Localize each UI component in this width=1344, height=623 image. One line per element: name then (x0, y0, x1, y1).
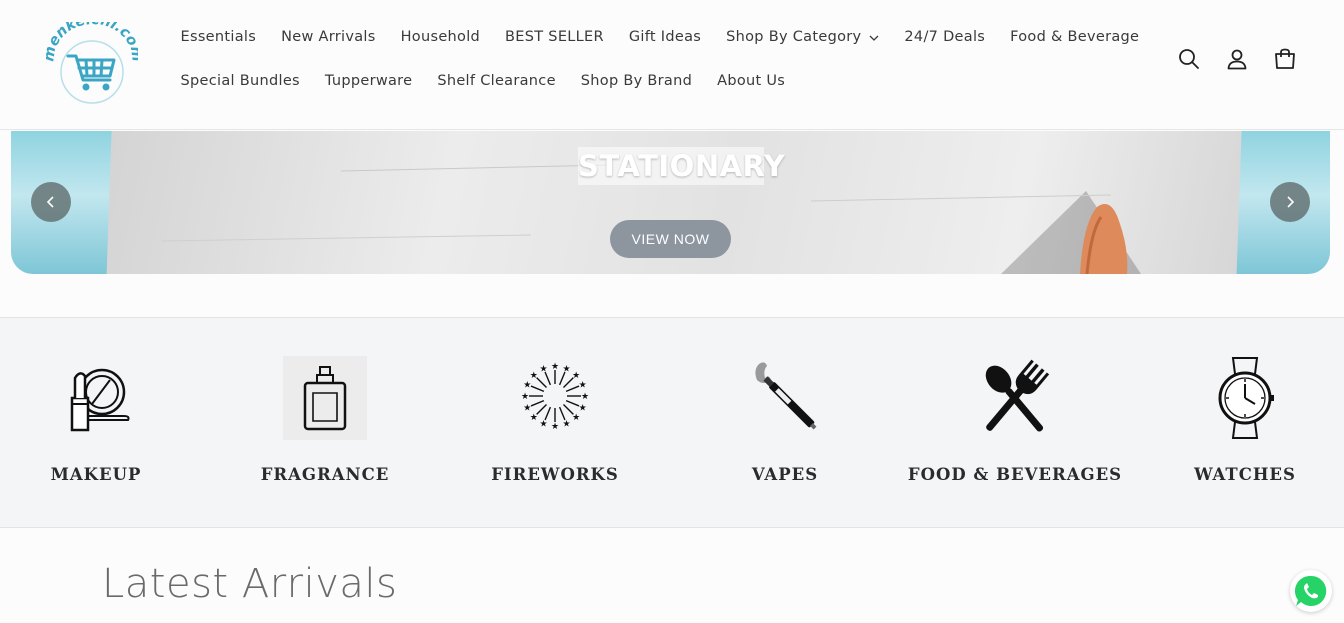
category-food-beverages[interactable]: FOOD & BEVERAGES (907, 318, 1123, 529)
category-makeup[interactable]: MAKEUP (46, 318, 146, 529)
nav-label: Household (400, 29, 481, 45)
nav-label: Gift Ideas (628, 29, 702, 45)
nav-label: Food & Beverage (1010, 29, 1140, 45)
nav-food-beverage[interactable]: Food & Beverage (998, 26, 1152, 48)
makeup-icon (54, 356, 138, 440)
nav-24-7-deals[interactable]: 24/7 Deals (892, 26, 998, 48)
category-watches[interactable]: WATCHES (1180, 318, 1310, 529)
whatsapp-chat-button[interactable] (1290, 570, 1332, 612)
svg-text:★: ★ (572, 370, 580, 380)
nav-label: Tupperware (324, 73, 413, 89)
svg-text:★: ★ (579, 380, 587, 390)
vape-icon (743, 356, 827, 440)
nav-shop-by-brand[interactable]: Shop By Brand (568, 70, 704, 92)
category-label: FIREWORKS (491, 465, 619, 484)
nav-household[interactable]: Household (388, 26, 492, 48)
category-fragrance[interactable]: FRAGRANCE (260, 318, 390, 529)
nav-label: Shop By Brand (580, 73, 693, 89)
category-label: FOOD & BEVERAGES (907, 465, 1123, 484)
nav-label: About Us (717, 73, 786, 89)
svg-text:★: ★ (539, 419, 547, 429)
main-nav-row-1: Essentials New Arrivals Household BEST S… (168, 26, 1152, 48)
view-now-button[interactable]: VIEW NOW (610, 220, 731, 258)
header-icons (1176, 46, 1298, 72)
whatsapp-icon (1294, 575, 1327, 606)
svg-text:★: ★ (523, 380, 531, 390)
nav-label: BEST SELLER (505, 29, 604, 45)
nav-label: 24/7 Deals (904, 29, 986, 45)
category-label: VAPES (751, 465, 819, 484)
nav-new-arrivals[interactable]: New Arrivals (269, 26, 389, 48)
hero-banner[interactable]: STATIONARY VIEW NOW (11, 131, 1330, 274)
nav-about-us[interactable]: About Us (705, 70, 798, 92)
nav-shelf-clearance[interactable]: Shelf Clearance (425, 70, 568, 92)
chevron-left-icon (46, 196, 54, 208)
svg-text:★: ★ (562, 363, 570, 373)
watch-icon (1203, 356, 1287, 440)
svg-text:★: ★ (562, 419, 570, 429)
svg-text:menkelchi.com: menkelchi.com (46, 22, 138, 63)
svg-text:★: ★ (551, 361, 559, 371)
category-label: MAKEUP (50, 465, 142, 484)
cart-icon[interactable] (1272, 46, 1298, 72)
nav-gift-ideas[interactable]: Gift Ideas (616, 26, 713, 48)
nav-shop-by-category[interactable]: Shop By Category (714, 26, 892, 48)
nav-best-seller[interactable]: BEST SELLER (493, 26, 617, 48)
chevron-right-icon (1287, 196, 1295, 208)
slider-prev-button[interactable] (31, 182, 71, 222)
banner-title: STATIONARY (578, 147, 786, 185)
nav-tupperware[interactable]: Tupperware (312, 70, 424, 92)
nav-label: New Arrivals (281, 29, 376, 45)
fireworks-icon: ★ ★ ★ ★ ★ ★ ★ ★ ★ ★ ★ ★ ★ ★ ★ ★ (513, 356, 597, 440)
nav-special-bundles[interactable]: Special Bundles (168, 70, 312, 92)
site-logo[interactable]: menkelchi.com (41, 12, 145, 104)
svg-text:★: ★ (539, 363, 547, 373)
nav-label: Shop By Category (726, 29, 862, 45)
slider-next-button[interactable] (1270, 182, 1310, 222)
site-header: menkelchi.com Essentials New Arrivals Ho… (0, 0, 1344, 130)
svg-text:★: ★ (530, 370, 538, 380)
chevron-down-icon (869, 26, 879, 48)
svg-text:★: ★ (581, 391, 589, 401)
spoon-fork-icon (973, 356, 1057, 440)
svg-text:★: ★ (523, 402, 531, 412)
nav-label: Special Bundles (180, 73, 300, 89)
nav-essentials[interactable]: Essentials (168, 26, 269, 48)
svg-text:★: ★ (551, 421, 559, 431)
section-title-latest-arrivals: Latest Arrivals (102, 561, 398, 607)
category-strip: MAKEUP FRAGRANCE ★ ★ ★ ★ ★ ★ ★ ★ ★ ★ ★ ★ ★ ★ ★ ★ FIREWO… (0, 317, 1344, 528)
account-icon[interactable] (1224, 46, 1250, 72)
perfume-bottle-icon (283, 356, 367, 440)
logo-text: menkelchi.com (41, 12, 145, 63)
category-vapes[interactable]: VAPES (720, 318, 850, 529)
search-icon[interactable] (1176, 46, 1202, 72)
svg-text:★: ★ (579, 402, 587, 412)
category-fireworks[interactable]: ★ ★ ★ ★ ★ ★ ★ ★ ★ ★ ★ ★ ★ ★ ★ ★ FIREWORKS (490, 318, 620, 529)
svg-text:★: ★ (530, 412, 538, 422)
svg-text:★: ★ (572, 412, 580, 422)
svg-text:★: ★ (521, 391, 529, 401)
category-label: FRAGRANCE (260, 465, 390, 484)
nav-label: Essentials (180, 29, 257, 45)
main-nav-row-2: Special Bundles Tupperware Shelf Clearan… (168, 70, 798, 92)
nav-label: Shelf Clearance (437, 73, 556, 89)
category-label: WATCHES (1194, 465, 1296, 484)
